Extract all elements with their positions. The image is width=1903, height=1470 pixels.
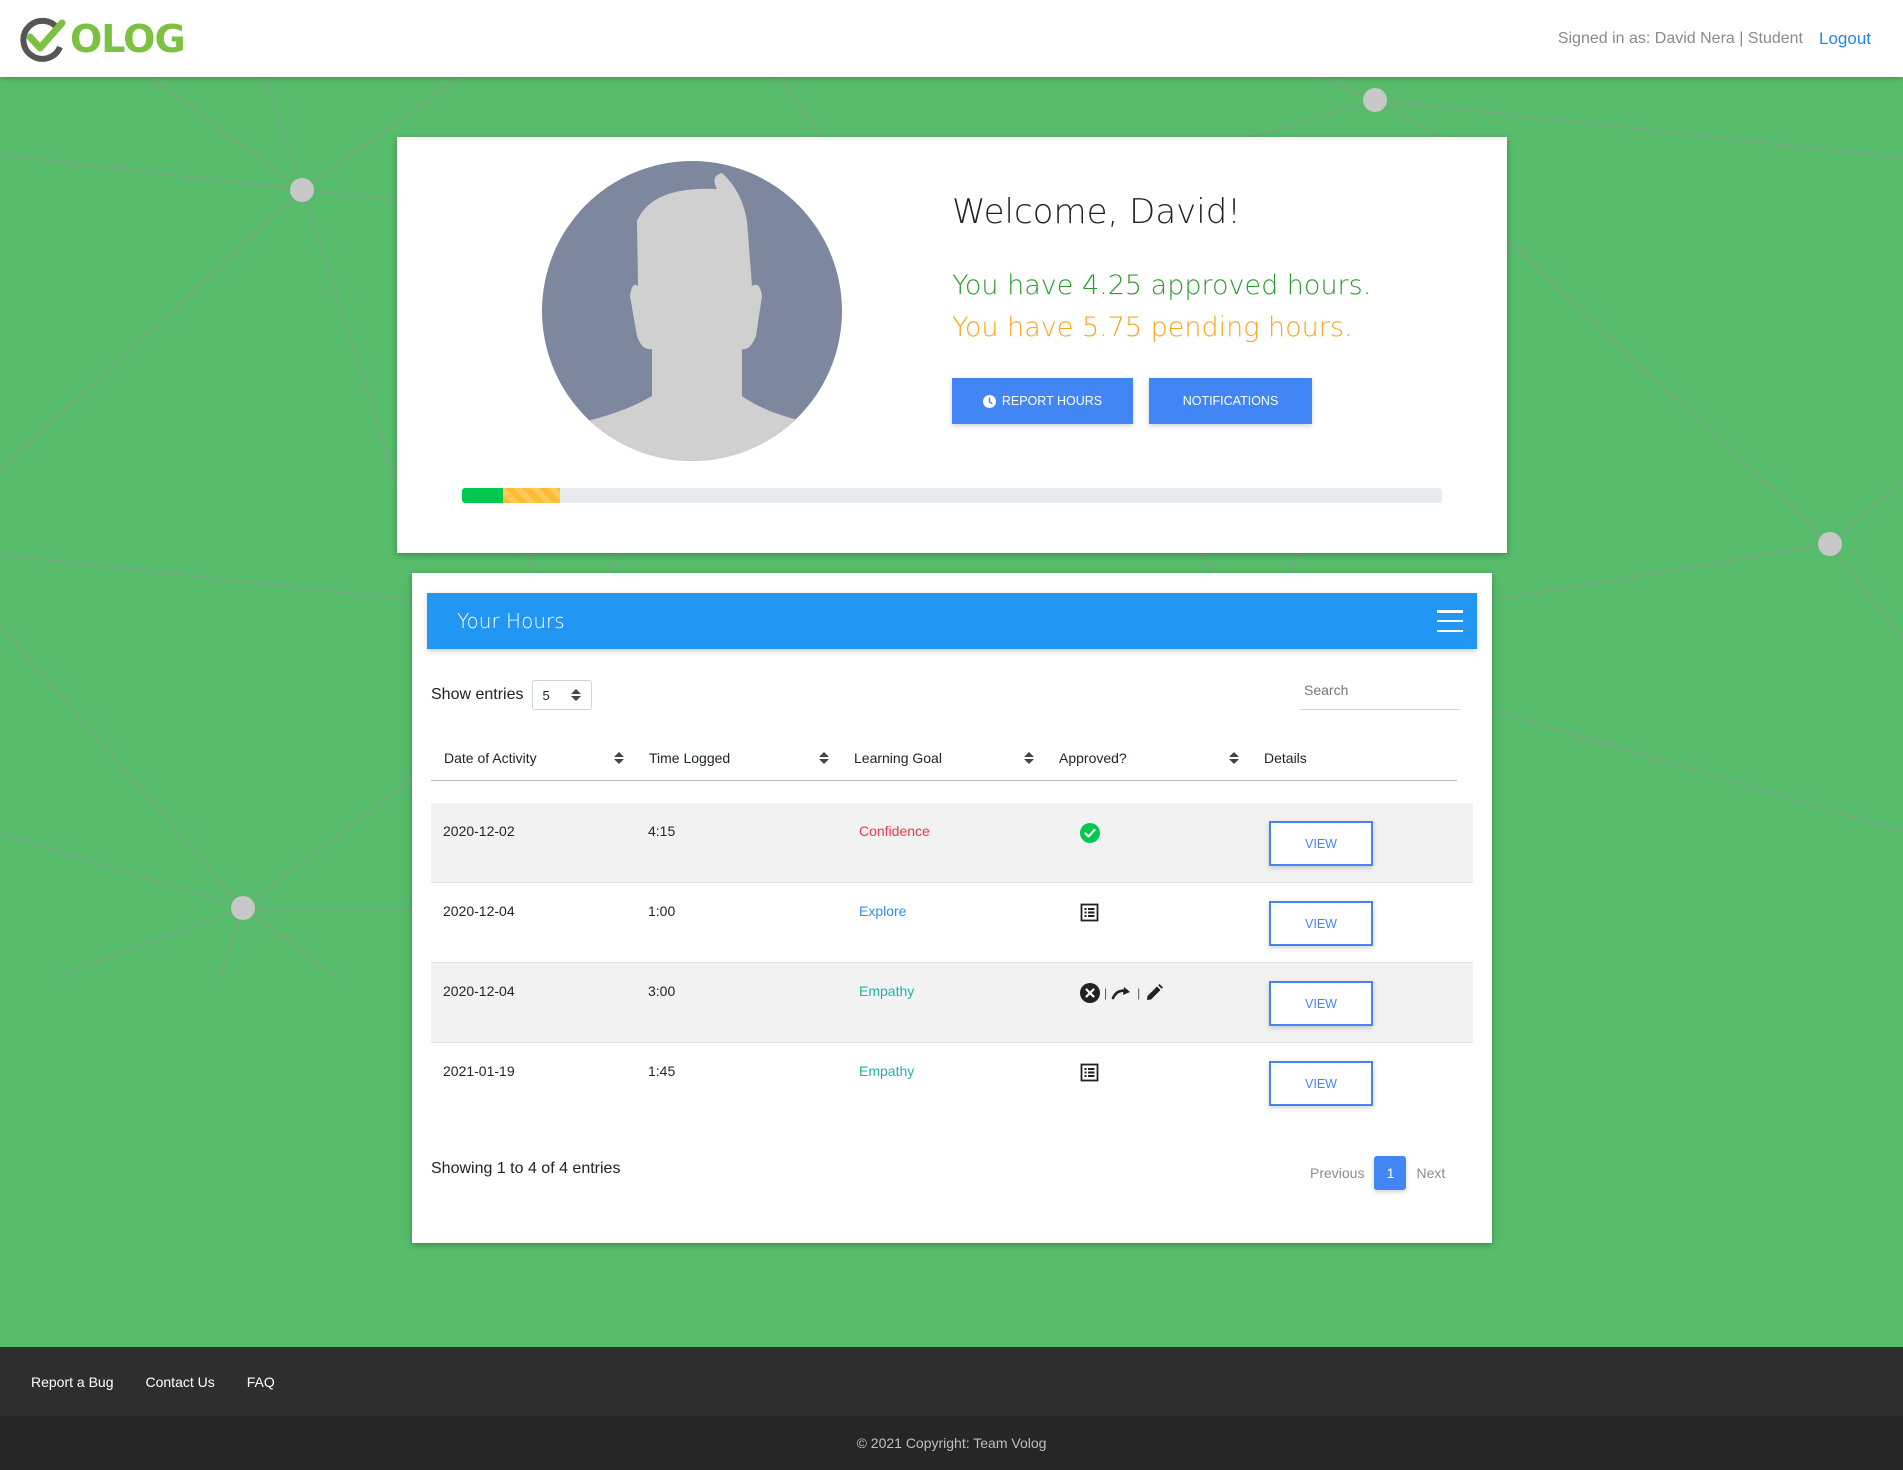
- search-input[interactable]: Search: [1300, 676, 1460, 710]
- logout-link[interactable]: Logout: [1819, 29, 1871, 49]
- sort-icon: [819, 751, 829, 765]
- report-hours-button[interactable]: REPORT HOURS: [952, 378, 1133, 424]
- avatar: [542, 161, 842, 461]
- cell-time: 1:00: [648, 903, 676, 919]
- footer-link-report-bug[interactable]: Report a Bug: [31, 1374, 114, 1390]
- cell-details: VIEW: [1251, 1043, 1473, 1123]
- nav-user-area: Signed in as: David Nera | Student Logou…: [1558, 29, 1871, 49]
- cell-details: VIEW: [1251, 963, 1473, 1042]
- top-navbar: OLOG Signed in as: David Nera | Student …: [0, 0, 1903, 77]
- hours-header: Your Hours: [427, 593, 1477, 649]
- column-approved-label: Approved?: [1059, 750, 1127, 766]
- column-goal[interactable]: Learning Goal: [841, 750, 1046, 766]
- pending-hours-text: You have 5.75 pending hours.: [952, 312, 1353, 343]
- cell-approved: | |: [1046, 963, 1251, 1042]
- cell-date: 2021-01-19: [443, 1063, 515, 1079]
- cell-goal: Empathy: [859, 1063, 915, 1079]
- view-button[interactable]: VIEW: [1269, 821, 1373, 866]
- cell-goal: Confidence: [859, 823, 930, 839]
- separator: |: [1137, 986, 1141, 1000]
- default-avatar-icon: [542, 161, 842, 461]
- footer-link-faq[interactable]: FAQ: [247, 1374, 275, 1390]
- table-header: Date of Activity Time Logged Learning Go…: [431, 736, 1457, 781]
- sort-icon: [614, 751, 624, 765]
- footer-copyright: © 2021 Copyright: Team Volog: [0, 1416, 1903, 1470]
- table-row: 2020-12-04 3:00 Empathy | | VIEW: [431, 963, 1473, 1043]
- entries-select[interactable]: 5: [531, 680, 592, 710]
- column-time[interactable]: Time Logged: [636, 750, 841, 766]
- pending-list-icon: [1080, 903, 1099, 922]
- cell-goal: Empathy: [859, 983, 915, 999]
- approved-hours-text: You have 4.25 approved hours.: [952, 270, 1372, 301]
- table-body: 2020-12-02 4:15 Confidence VIEW 2020-12-…: [431, 803, 1473, 1123]
- cell-details: VIEW: [1251, 883, 1473, 962]
- column-approved[interactable]: Approved?: [1046, 750, 1251, 766]
- hours-title: Your Hours: [457, 609, 565, 633]
- report-hours-label: REPORT HOURS: [1001, 394, 1103, 408]
- cell-approved: [1046, 803, 1251, 882]
- cell-date: 2020-12-04: [443, 903, 515, 919]
- page-1-button[interactable]: 1: [1374, 1156, 1407, 1190]
- cell-date: 2020-12-02: [443, 823, 515, 839]
- next-page-button[interactable]: Next: [1416, 1165, 1445, 1181]
- column-time-label: Time Logged: [649, 750, 731, 766]
- cell-approved: [1046, 1043, 1251, 1123]
- hours-progress-bar: [462, 488, 1442, 503]
- select-arrows-icon: [570, 688, 581, 702]
- column-date-label: Date of Activity: [444, 750, 537, 766]
- cell-date: 2020-12-04: [443, 983, 515, 999]
- cell-approved: [1046, 883, 1251, 962]
- welcome-heading: Welcome, David!: [952, 192, 1241, 232]
- brand-name: OLOG: [70, 16, 186, 61]
- signed-in-text: Signed in as: David Nera | Student: [1557, 29, 1803, 47]
- hours-card: Your Hours Show entries 5 Search Date of…: [412, 573, 1492, 1243]
- column-date[interactable]: Date of Activity: [431, 750, 636, 766]
- table-row: 2020-12-04 1:00 Explore VIEW: [431, 883, 1473, 963]
- footer-link-contact[interactable]: Contact Us: [146, 1374, 215, 1390]
- view-button[interactable]: VIEW: [1269, 1061, 1373, 1106]
- showing-entries-info: Showing 1 to 4 of 4 entries: [431, 1160, 621, 1177]
- show-entries-control: Show entries 5: [431, 680, 592, 710]
- pagination: Previous 1 Next: [1310, 1156, 1445, 1190]
- progress-pending-segment: [503, 488, 560, 503]
- column-details-label: Details: [1264, 750, 1307, 766]
- view-button[interactable]: VIEW: [1269, 981, 1373, 1026]
- entries-select-value: 5: [542, 687, 550, 703]
- hamburger-menu-icon[interactable]: [1437, 608, 1463, 634]
- footer-links: Report a Bug Contact Us FAQ: [0, 1347, 1903, 1416]
- table-row: 2021-01-19 1:45 Empathy VIEW: [431, 1043, 1473, 1123]
- show-entries-label: Show entries: [431, 686, 524, 703]
- cell-time: 4:15: [648, 823, 676, 839]
- notifications-button[interactable]: NOTIFICATIONS: [1149, 378, 1312, 424]
- separator: |: [1104, 986, 1108, 1000]
- clock-icon: [982, 394, 996, 408]
- profile-card: Welcome, David! You have 4.25 approved h…: [397, 137, 1507, 553]
- rejected-x-icon: [1080, 983, 1100, 1003]
- check-logo-icon: [20, 17, 66, 62]
- sort-icon: [1024, 751, 1034, 765]
- brand-logo[interactable]: OLOG: [18, 15, 186, 63]
- cell-time: 3:00: [648, 983, 676, 999]
- pending-list-icon: [1080, 1063, 1099, 1082]
- edit-pencil-icon[interactable]: [1144, 983, 1164, 1003]
- notifications-label: NOTIFICATIONS: [1182, 394, 1279, 408]
- view-button[interactable]: VIEW: [1269, 901, 1373, 946]
- cell-time: 1:45: [648, 1063, 676, 1079]
- resubmit-redo-icon[interactable]: [1111, 985, 1133, 1001]
- cell-goal: Explore: [859, 903, 907, 919]
- previous-page-button[interactable]: Previous: [1310, 1165, 1364, 1181]
- table-row: 2020-12-02 4:15 Confidence VIEW: [431, 803, 1473, 883]
- progress-approved-segment: [462, 488, 504, 503]
- cell-details: VIEW: [1251, 803, 1473, 882]
- column-details: Details: [1251, 750, 1456, 766]
- approved-check-icon: [1080, 823, 1100, 843]
- column-goal-label: Learning Goal: [854, 750, 942, 766]
- sort-icon: [1229, 751, 1239, 765]
